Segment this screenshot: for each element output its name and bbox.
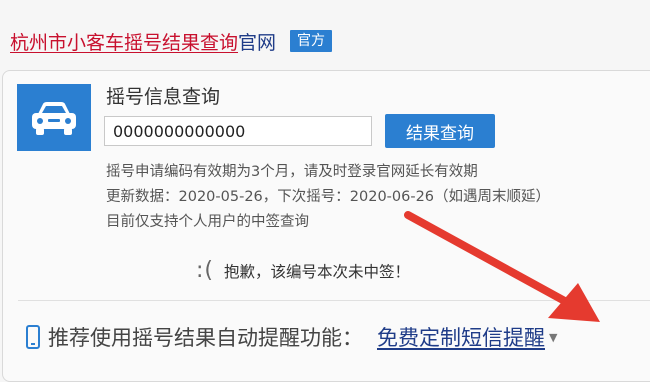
support-note: 目前仅支持个人用户的中签查询 [106,214,309,230]
sms-promo: 推荐使用摇号结果自动提醒功能： 免费定制短信提醒 ▼ [26,322,557,352]
update-date-note: 更新数据：2020-05-26，下次摇号：2020-06-26（如遇周末顺延） [106,189,551,205]
page-title-row: 杭州市小客车摇号结果查询 官网 官方 [10,28,333,55]
site-title-link[interactable]: 杭州市小客车摇号结果查询 [10,28,238,55]
phone-icon [26,325,40,349]
caret-down-icon: ▼ [549,330,558,344]
divider [18,300,650,301]
sms-reminder-link[interactable]: 免费定制短信提醒 [377,322,545,352]
result-message: :( 抱歉，该编号本次未中签！ [196,258,410,283]
result-text: 抱歉，该编号本次未中签！ [224,262,411,281]
promo-text: 推荐使用摇号结果自动提醒功能： [48,326,363,350]
query-result-button[interactable]: 结果查询 [385,114,495,148]
sad-face-icon: :( [196,258,214,283]
validity-note: 摇号申请编码有效期为3个月，请及时登录官网延长有效期 [106,164,478,180]
official-badge: 官方 [290,30,333,52]
car-tile [17,84,91,151]
lottery-code-input[interactable] [104,116,372,146]
query-heading: 摇号信息查询 [106,86,221,108]
car-icon [32,101,76,135]
site-title-suffix: 官网 [238,31,277,54]
